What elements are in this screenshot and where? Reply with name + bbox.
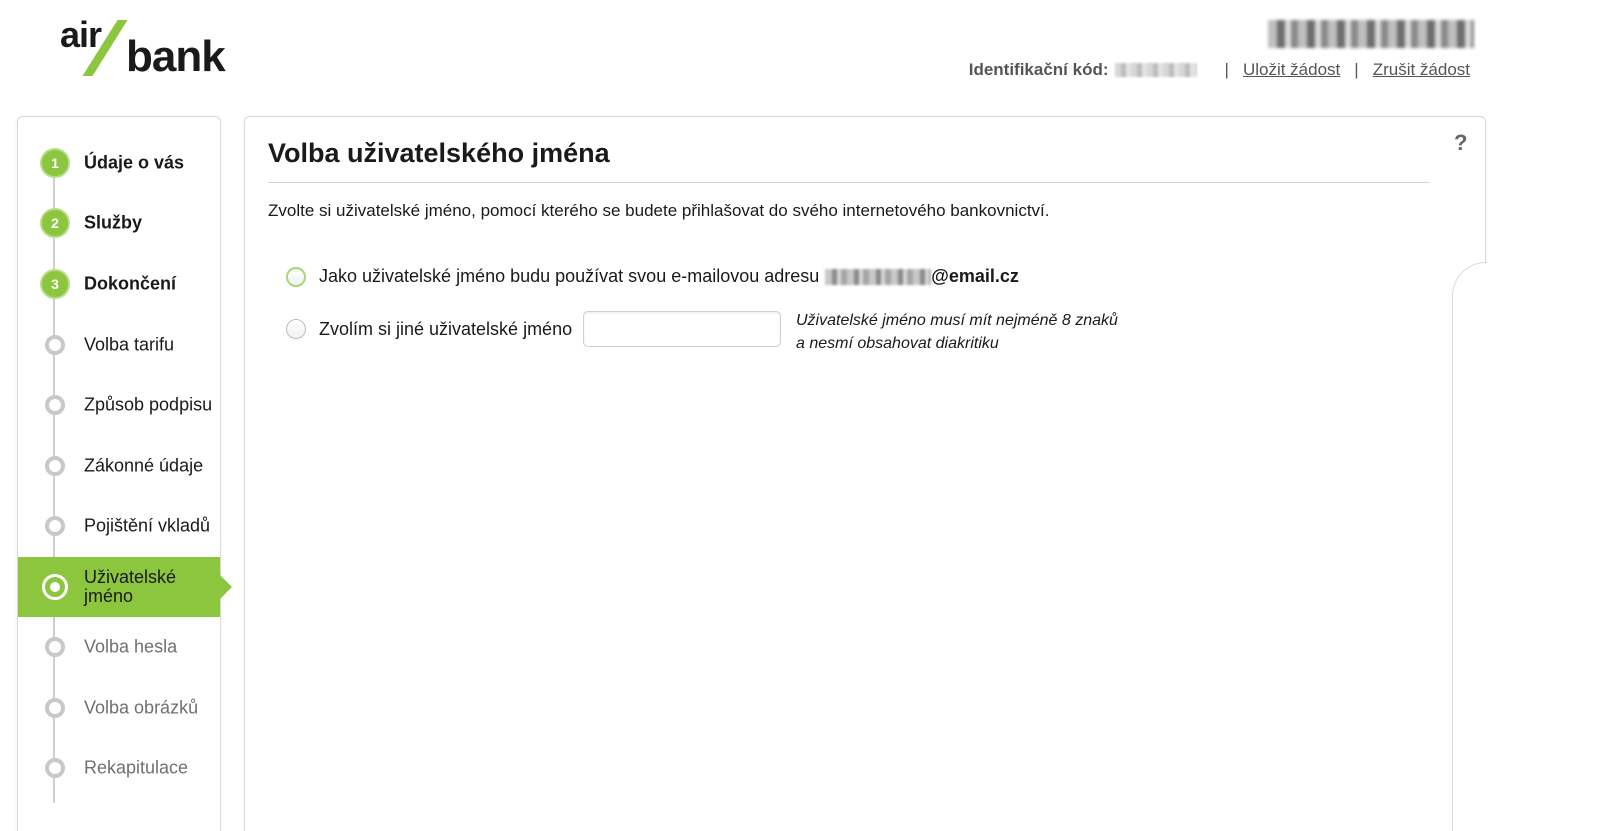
step-label: Uživatelské jméno	[84, 567, 177, 606]
step-number-badge: 1	[40, 148, 70, 178]
username-hint: Uživatelské jméno musí mít nejméně 8 zna…	[796, 309, 1118, 355]
step-circle-icon	[45, 698, 65, 718]
header-links: Identifikační kód: | Uložit žádost | Zru…	[969, 60, 1470, 80]
custom-username-input[interactable]	[583, 311, 782, 347]
air-bank-logo[interactable]: air bank	[60, 14, 250, 81]
custom-option-label: Zvolím si jiné uživatelské jméno	[319, 318, 573, 339]
step-label: Volba tarifu	[84, 334, 175, 355]
step-circle-icon	[45, 516, 65, 536]
step-sluzby[interactable]: 2 Služby	[18, 193, 220, 253]
identification-code-label: Identifikační kód:	[968, 60, 1109, 79]
step-circle-icon	[45, 335, 65, 355]
help-icon[interactable]: ?	[1454, 130, 1467, 156]
progress-sidebar: 1 Údaje o vás 2 Služby 3 Dokončení Volba…	[17, 116, 232, 831]
identification-code-redacted	[1114, 63, 1197, 77]
separator: |	[1354, 60, 1359, 79]
email-username-radio[interactable]	[286, 266, 306, 287]
step-label: Zákonné údaje	[84, 455, 204, 476]
step-volba-obrazku: Volba obrázků	[18, 678, 220, 738]
email-local-part-redacted	[825, 268, 932, 285]
hint-line-2: a nesmí obsahovat diakritiku	[796, 335, 999, 352]
email-option-label: Jako uživatelské jméno budu používat svo…	[319, 266, 820, 286]
step-label: Údaje o vás	[84, 152, 185, 173]
step-volba-hesla: Volba hesla	[18, 617, 220, 677]
step-label: Rekapitulace	[84, 757, 189, 778]
save-application-link[interactable]: Uložit žádost	[1243, 60, 1340, 80]
step-label: Dokončení	[84, 273, 177, 294]
custom-username-radio[interactable]	[286, 319, 306, 339]
current-step-icon	[42, 574, 68, 600]
step-pojisteni-vkladu[interactable]: Pojištění vkladů	[18, 496, 220, 556]
step-uzivatelske-jmeno[interactable]: Uživatelské jméno	[18, 557, 232, 617]
option-custom-username[interactable]: Zvolím si jiné uživatelské jméno	[286, 311, 782, 347]
step-circle-icon	[45, 637, 65, 657]
title-divider	[268, 182, 1430, 183]
step-dokonceni[interactable]: 3 Dokončení	[18, 254, 220, 314]
separator: |	[1224, 60, 1229, 79]
panel-notch-line	[1452, 300, 1453, 831]
email-domain: @email.cz	[931, 266, 1019, 286]
main-panel	[244, 116, 1486, 831]
step-circle-icon	[45, 395, 65, 415]
step-number-badge: 2	[40, 208, 70, 238]
step-zakonne-udaje[interactable]: Zákonné údaje	[18, 436, 220, 496]
page-title: Volba uživatelského jména	[268, 138, 610, 168]
step-label: Služby	[84, 212, 143, 233]
cancel-application-link[interactable]: Zrušit žádost	[1373, 60, 1470, 80]
panel-notch	[1452, 262, 1492, 831]
logo-text-air: air	[60, 14, 102, 55]
step-number-badge: 3	[40, 269, 70, 299]
step-udaje-o-vas[interactable]: 1 Údaje o vás	[18, 133, 220, 193]
hint-line-1: Uživatelské jméno musí mít nejméně 8 zna…	[796, 312, 1118, 329]
step-zpusob-podpisu[interactable]: Způsob podpisu	[18, 375, 220, 435]
intro-text: Zvolte si uživatelské jméno, pomocí kter…	[268, 201, 1050, 220]
logo-text-bank: bank	[126, 32, 226, 81]
step-label: Volba hesla	[84, 636, 178, 657]
page: air bank Identifikační kód: | Uložit žád…	[0, 0, 1600, 831]
step-label: Způsob podpisu	[84, 394, 213, 415]
option-email-username[interactable]: Jako uživatelské jméno budu používat svo…	[286, 266, 1019, 287]
step-circle-icon	[45, 456, 65, 476]
step-label: Pojištění vkladů	[84, 515, 211, 536]
step-label: Volba obrázků	[84, 697, 199, 718]
step-circle-icon	[45, 758, 65, 778]
step-rekapitulace: Rekapitulace	[18, 738, 220, 798]
user-name-redacted	[1268, 20, 1474, 48]
step-volba-tarifu[interactable]: Volba tarifu	[18, 315, 220, 375]
